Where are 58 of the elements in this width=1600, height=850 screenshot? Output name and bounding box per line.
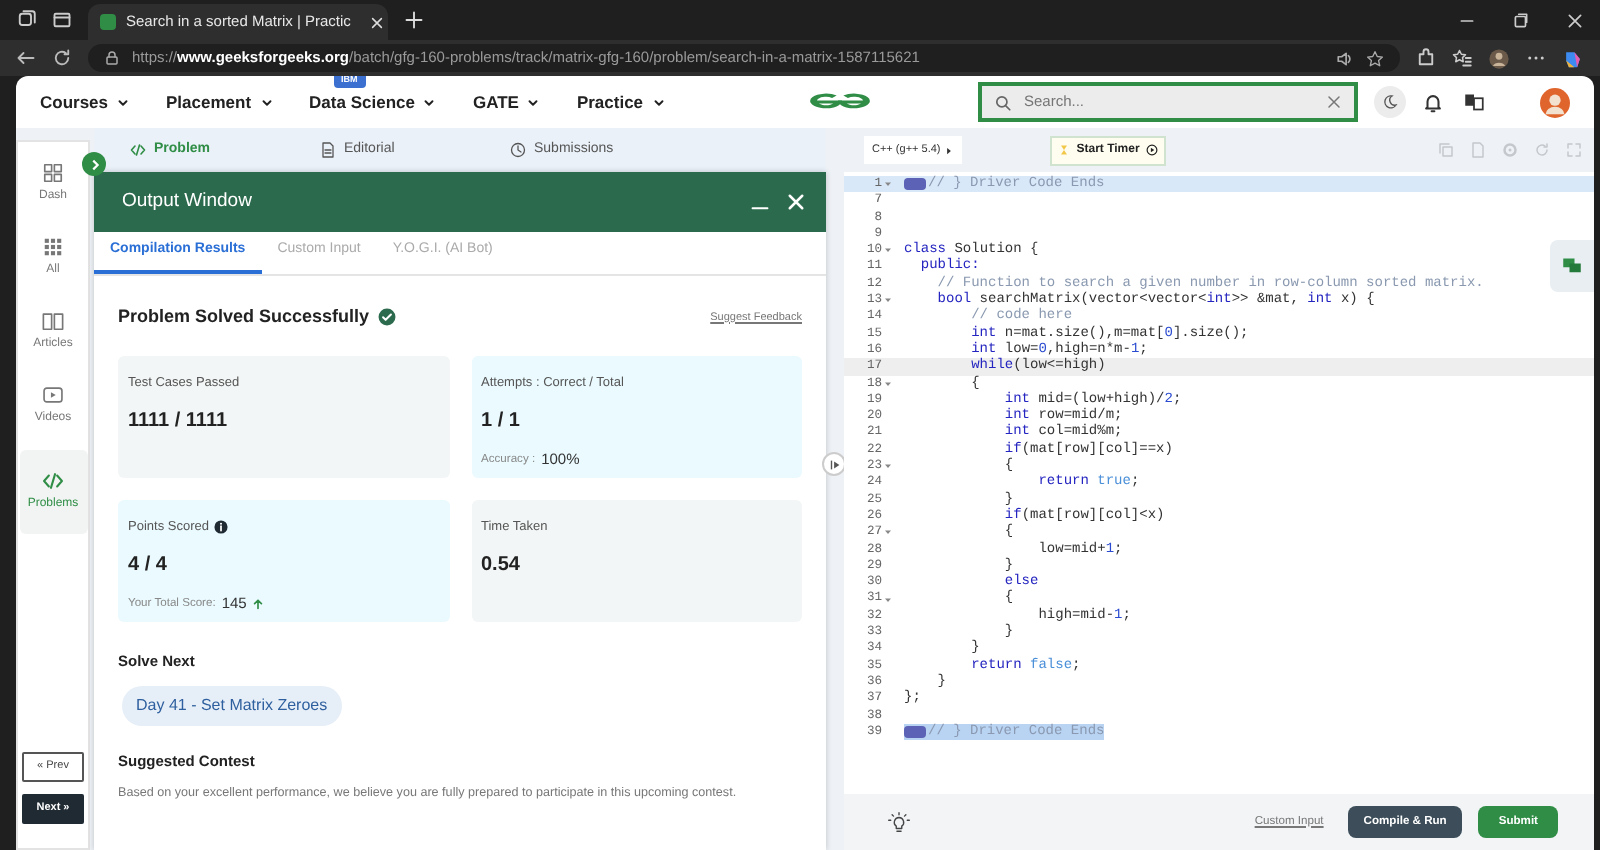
nav-menu[interactable]: GATE xyxy=(472,89,541,115)
nav-menu[interactable]: Placement xyxy=(166,89,274,115)
collapse-panel-icon xyxy=(827,457,841,471)
chevron-right-icon xyxy=(87,157,101,171)
collapsed-code-icon[interactable] xyxy=(904,725,926,738)
user-avatar-icon[interactable] xyxy=(1540,87,1570,117)
nav-menu[interactable]: Data Science xyxy=(309,89,437,115)
code-icon xyxy=(42,470,64,492)
profile-avatar-icon[interactable] xyxy=(1488,47,1510,69)
caret-icon xyxy=(422,95,437,109)
caret-icon xyxy=(526,95,541,109)
read-aloud-icon[interactable] xyxy=(1336,49,1354,67)
close-icon[interactable] xyxy=(1566,11,1584,29)
book-icon xyxy=(42,310,64,332)
site-favicon-icon xyxy=(100,14,116,30)
hourglass-icon xyxy=(1058,144,1071,156)
tab-actions-icon[interactable] xyxy=(16,10,36,30)
next-problem-link[interactable]: Day 41 - Set Matrix Zeroes xyxy=(122,685,342,726)
video-icon xyxy=(42,384,64,406)
copilot-icon[interactable] xyxy=(1562,47,1584,69)
extensions-icon[interactable] xyxy=(1416,48,1436,68)
document-icon xyxy=(320,142,336,158)
tab-list-icon[interactable] xyxy=(52,10,72,30)
window-title: Output Window xyxy=(122,187,254,216)
chat-icon xyxy=(1562,256,1582,276)
translate-icon[interactable] xyxy=(1464,92,1484,112)
theme-toggle[interactable] xyxy=(1374,86,1406,118)
moon-icon xyxy=(1382,94,1398,110)
favorites-icon[interactable] xyxy=(1452,48,1472,68)
back-icon[interactable] xyxy=(16,48,36,68)
lightbulb-icon[interactable] xyxy=(888,811,910,833)
clock-icon xyxy=(510,142,526,158)
status-message: Problem Solved Successfully xyxy=(118,304,370,330)
stat-value: 4 / 4 xyxy=(128,552,169,581)
clear-icon[interactable] xyxy=(1326,94,1342,110)
lock-icon xyxy=(104,50,120,66)
stat-value: 0.54 xyxy=(481,552,522,581)
bell-icon[interactable] xyxy=(1422,91,1444,113)
caret-icon xyxy=(944,145,955,155)
restore-icon[interactable] xyxy=(1512,11,1530,29)
grid-icon xyxy=(42,236,64,258)
nav-menu[interactable]: Courses xyxy=(40,89,131,115)
code-icon xyxy=(130,142,146,158)
chat-button[interactable] xyxy=(1550,240,1594,292)
caret-icon xyxy=(651,95,666,109)
dashboard-icon xyxy=(42,162,64,184)
search-icon xyxy=(994,93,1012,111)
refresh-icon[interactable] xyxy=(52,48,72,68)
close-icon[interactable] xyxy=(370,15,385,29)
nav-menu[interactable]: Practice xyxy=(576,89,666,115)
caret-icon xyxy=(259,95,274,109)
play-circle-icon xyxy=(1145,144,1158,156)
stat-value: 1111 / 1111 xyxy=(128,408,230,437)
collapsed-code-icon[interactable] xyxy=(904,178,926,191)
caret-icon xyxy=(116,95,131,109)
stat-value: 1 / 1 xyxy=(481,408,522,437)
new-tab-icon[interactable] xyxy=(404,10,424,30)
star-icon[interactable] xyxy=(1366,49,1384,67)
